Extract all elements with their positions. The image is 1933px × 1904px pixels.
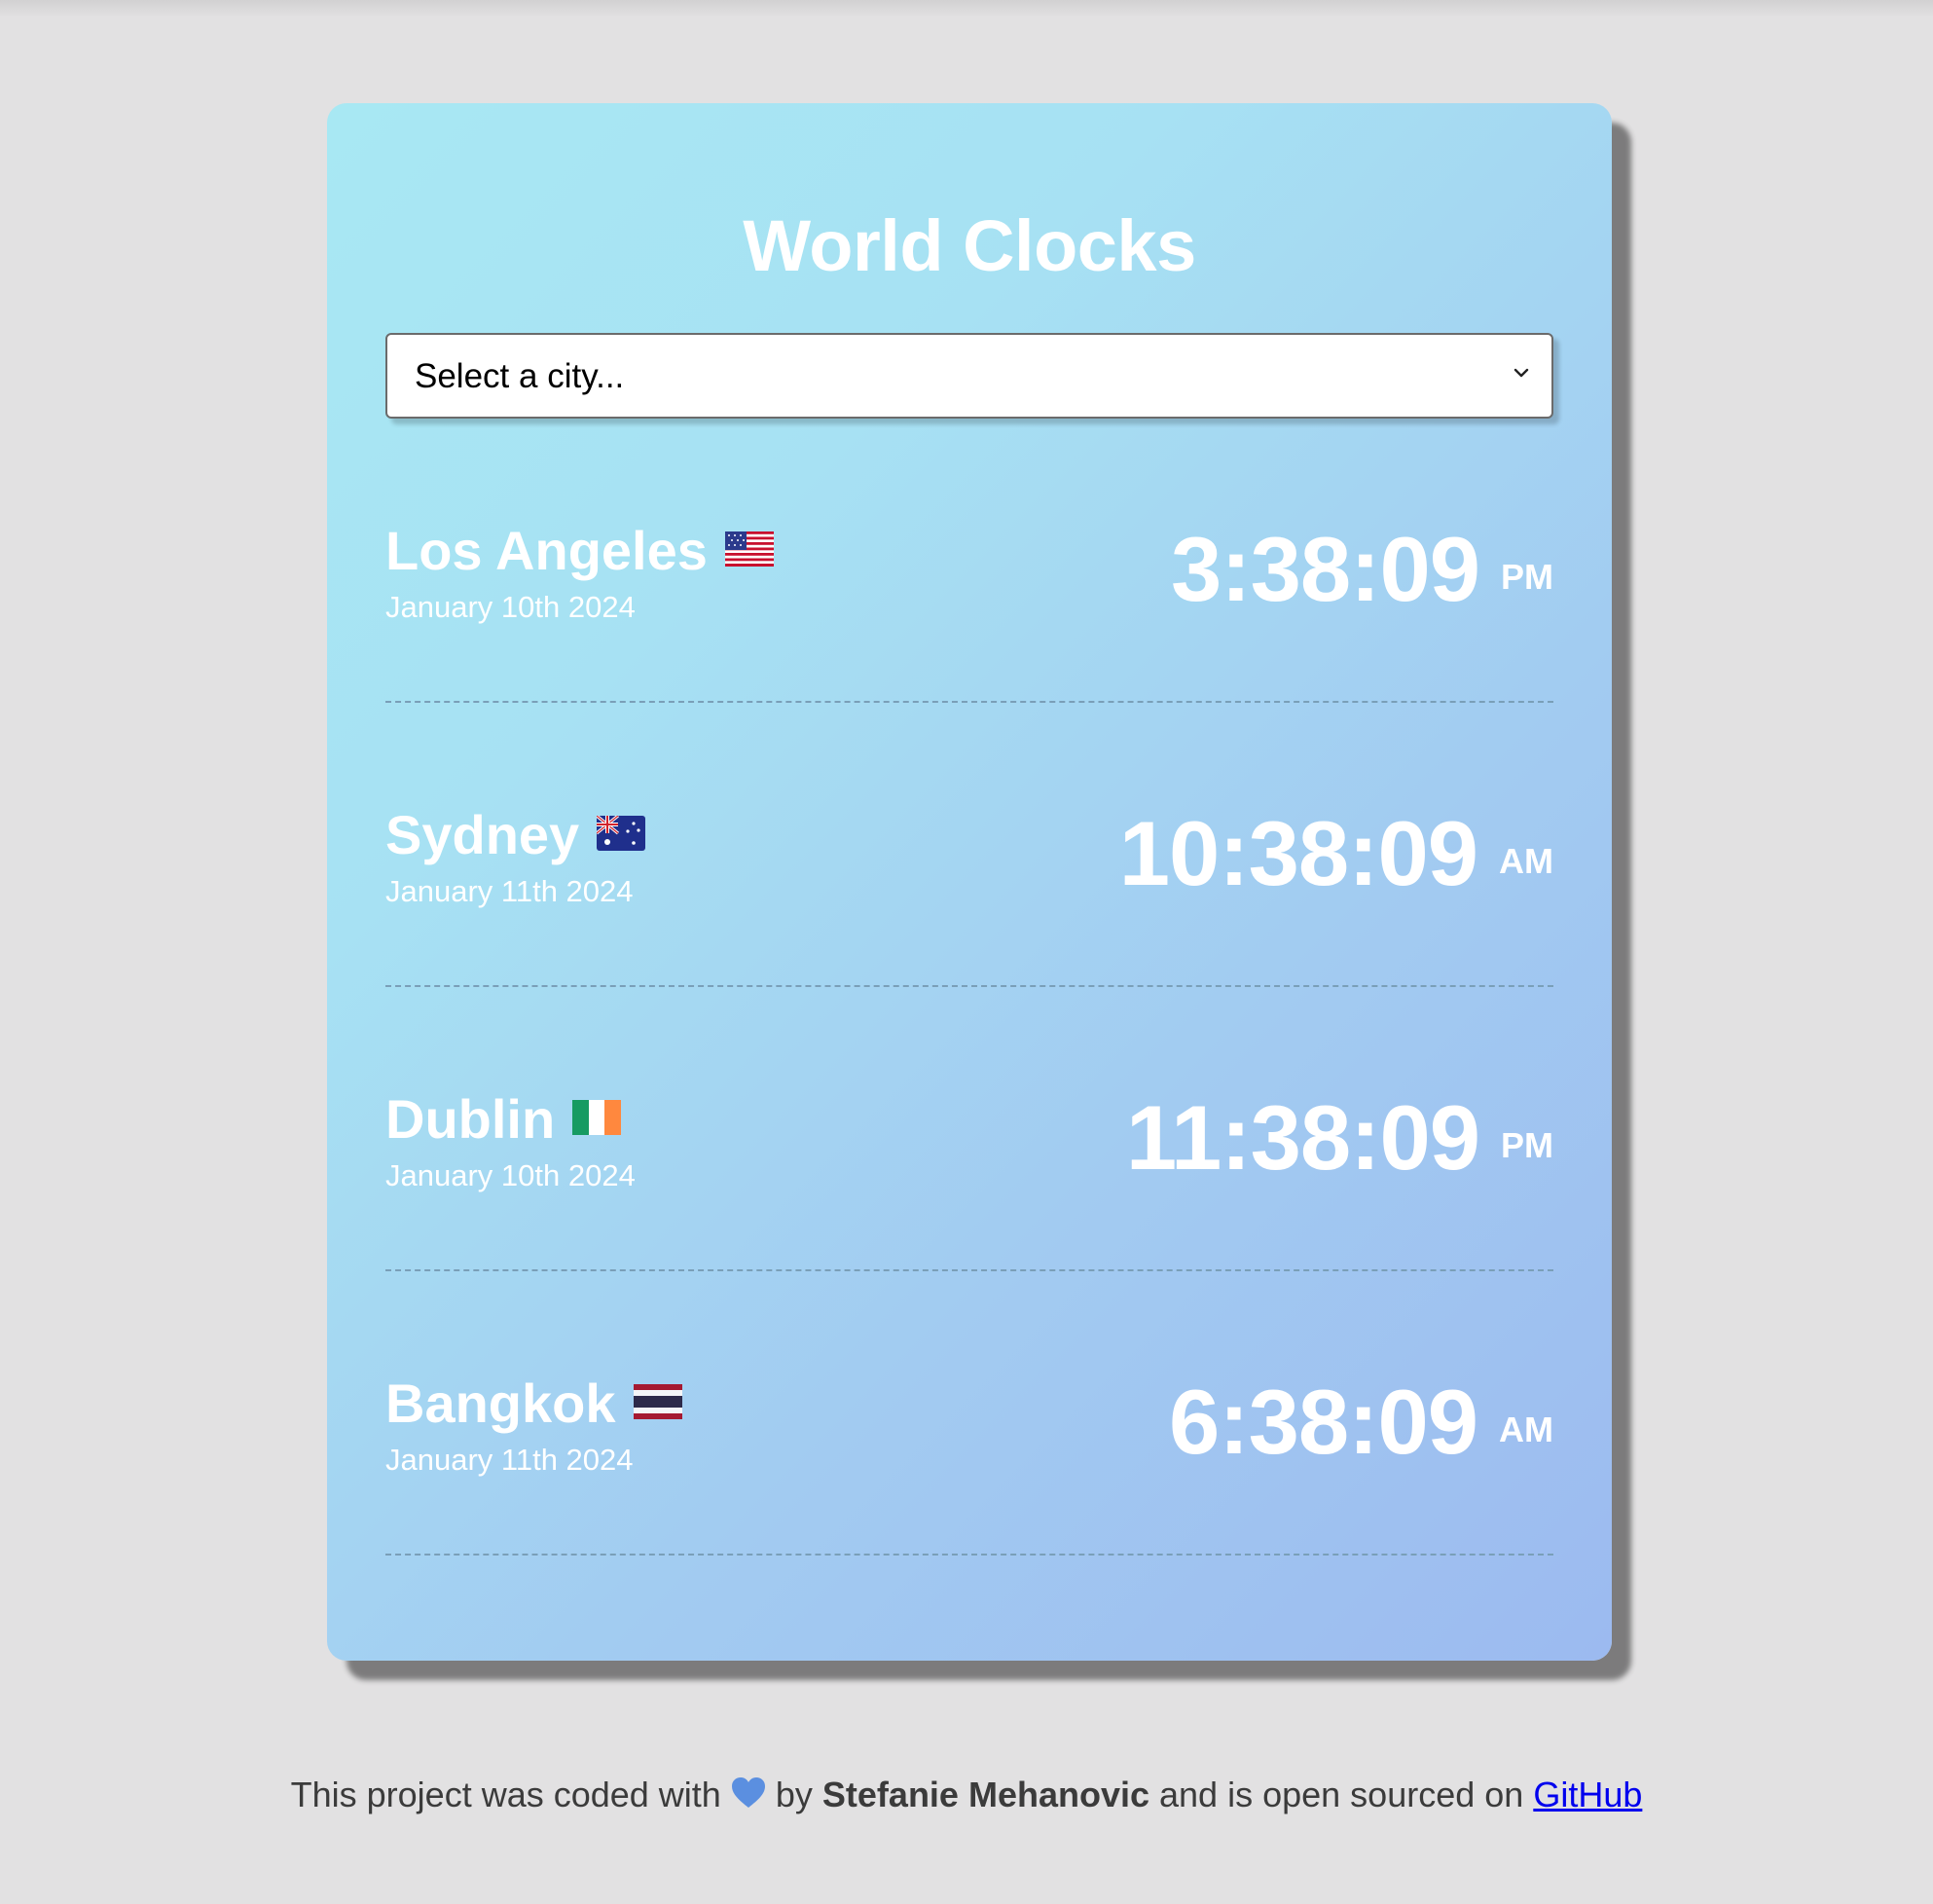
footer-middle: and is open sourced on bbox=[1159, 1775, 1524, 1814]
city-name-bangkok: Bangkok bbox=[385, 1376, 682, 1431]
city-time-sydney: 10:38:09 AM bbox=[1119, 808, 1553, 899]
city-row-dublin: Dublin January 10th 2024 11:38:09 PM bbox=[385, 987, 1553, 1271]
page-title: World Clocks bbox=[743, 205, 1196, 286]
city-name-label: Sydney bbox=[385, 804, 580, 865]
city-select[interactable]: Select a city... bbox=[385, 333, 1553, 419]
footer-by: by bbox=[775, 1775, 813, 1814]
city-time-dublin: 11:38:09 PM bbox=[1126, 1092, 1553, 1184]
city-row-bangkok: Bangkok January 11th 2024 6:38:09 AM bbox=[385, 1271, 1553, 1556]
city-date-dublin: January 10th 2024 bbox=[385, 1158, 636, 1192]
city-row-sydney: Sydney January 11th 2024 10:38:09 AM bbox=[385, 703, 1553, 987]
city-date-sydney: January 11th 2024 bbox=[385, 874, 634, 908]
browser-top-edge bbox=[0, 0, 1933, 18]
github-link[interactable]: GitHub bbox=[1533, 1775, 1642, 1814]
australia-flag-icon bbox=[597, 816, 646, 852]
us-flag-icon bbox=[724, 531, 774, 568]
city-name-los-angeles: Los Angeles bbox=[385, 524, 774, 578]
city-time-los-angeles: 3:38:09 PM bbox=[1171, 524, 1553, 615]
ampm-indicator: AM bbox=[1499, 841, 1553, 881]
city-time-bangkok: 6:38:09 AM bbox=[1169, 1376, 1553, 1468]
city-date-los-angeles: January 10th 2024 bbox=[385, 590, 636, 624]
author-name: Stefanie Mehanovic bbox=[821, 1775, 1149, 1814]
time-value: 11:38:09 bbox=[1125, 1086, 1480, 1189]
time-value: 10:38:09 bbox=[1118, 802, 1478, 904]
city-row-los-angeles: Los Angeles January 10th 2024 3:38:09 PM bbox=[385, 419, 1553, 703]
time-value: 6:38:09 bbox=[1169, 1371, 1478, 1473]
city-name-label: Bangkok bbox=[385, 1373, 616, 1434]
time-value: 3:38:09 bbox=[1171, 518, 1480, 620]
city-name-label: Los Angeles bbox=[385, 520, 708, 581]
city-name-label: Dublin bbox=[385, 1088, 556, 1150]
city-name-sydney: Sydney bbox=[385, 808, 646, 862]
ampm-indicator: PM bbox=[1501, 1125, 1553, 1165]
page: { "app": { "title": "World Clocks" }, "c… bbox=[0, 0, 1933, 1904]
city-date-bangkok: January 11th 2024 bbox=[385, 1443, 634, 1477]
ireland-flag-icon bbox=[572, 1100, 622, 1136]
footer: This project was coded with by Stefanie … bbox=[0, 1777, 1933, 1813]
city-select-wrapper: Select a city... bbox=[385, 333, 1553, 419]
thailand-flag-icon bbox=[633, 1384, 682, 1420]
ampm-indicator: PM bbox=[1501, 557, 1553, 597]
city-name-dublin: Dublin bbox=[385, 1092, 622, 1147]
blue-heart-icon bbox=[731, 1777, 765, 1809]
ampm-indicator: AM bbox=[1499, 1410, 1553, 1449]
world-clocks-card: World Clocks Select a city... Los Angele… bbox=[327, 103, 1612, 1661]
footer-prefix: This project was coded with bbox=[290, 1775, 721, 1814]
